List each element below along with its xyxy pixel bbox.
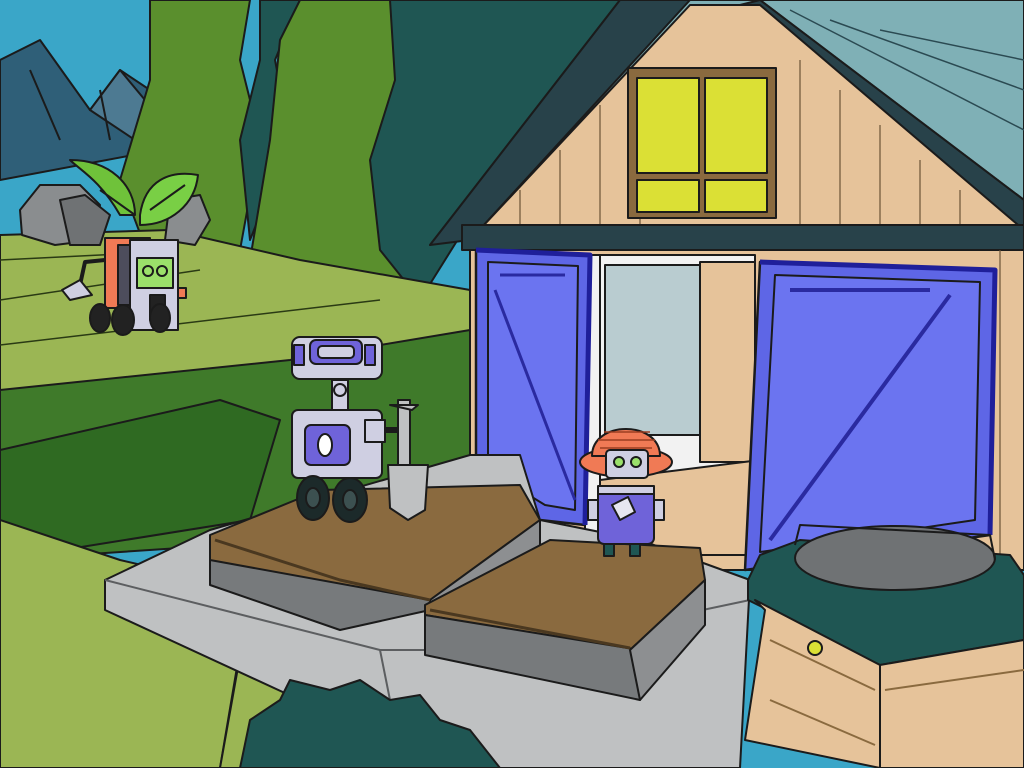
planter-box bbox=[744, 524, 1024, 768]
drawer-knob[interactable] bbox=[807, 640, 823, 656]
garden-scene bbox=[0, 0, 1024, 768]
shed-window bbox=[627, 67, 777, 219]
shed-door-right[interactable] bbox=[743, 259, 998, 572]
scene-canvas bbox=[0, 0, 1024, 768]
